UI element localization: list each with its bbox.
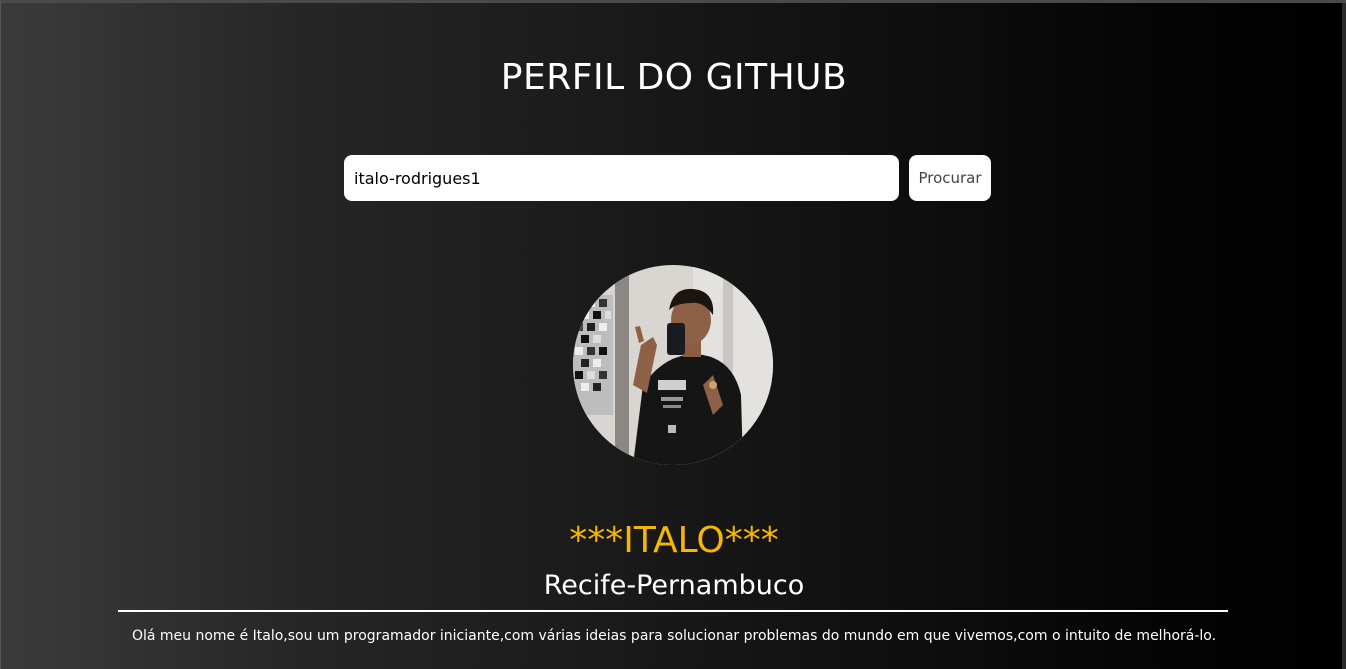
profile-bio: Olá meu nome é Italo,sou um programador … — [131, 628, 1217, 644]
avatar — [573, 265, 773, 465]
app-page: PERFIL DO GITHUB Procurar — [0, 0, 1346, 669]
profile-name: ***ITALO*** — [569, 520, 779, 561]
divider — [118, 610, 1228, 612]
profile-location: Recife-Pernambuco — [543, 570, 805, 601]
user-avatar-photo-icon — [573, 265, 773, 465]
page-title: PERFIL DO GITHUB — [500, 57, 848, 98]
search-button[interactable]: Procurar — [909, 155, 991, 201]
username-search-input[interactable] — [344, 155, 899, 201]
